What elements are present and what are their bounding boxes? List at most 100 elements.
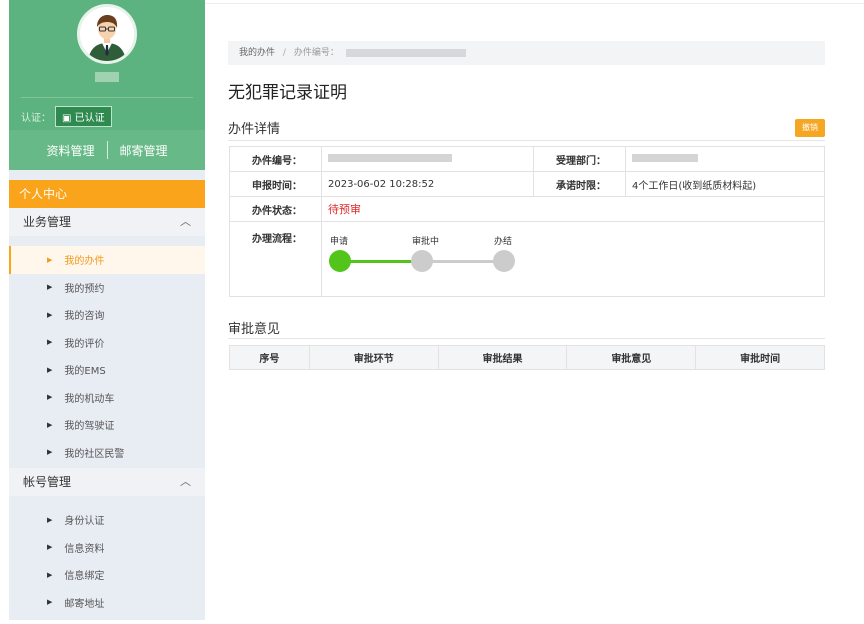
- profile-links: 资料管理 邮寄管理: [9, 130, 205, 170]
- sidebar-item-label: 我的驾驶证: [64, 421, 115, 433]
- col-result: 审批结果: [437, 345, 568, 370]
- auth-status-row: 认证： ▣ 已认证: [21, 106, 112, 127]
- table-row: 办理流程： 申请 审批中 办结: [229, 221, 825, 297]
- approval-table: 序号 审批环节 审批结果 审批意见 审批时间: [229, 345, 825, 370]
- sidebar-item-label: 我的社区民警: [64, 448, 125, 460]
- sidebar-item-my-community-police[interactable]: ▶ 我的社区民警: [9, 439, 205, 467]
- status-cell: 待预审: [321, 196, 825, 222]
- personal-center-header[interactable]: 个人中心: [9, 180, 205, 208]
- caret-right-icon: ▶: [47, 365, 53, 374]
- sidebar-item-my-cases[interactable]: ▶ 我的办件: [9, 246, 205, 274]
- table-header-row: 序号 审批环节 审批结果 审批意见 审批时间: [229, 345, 825, 370]
- sidebar-item-label: 我的EMS: [64, 366, 106, 378]
- promise-label: 承诺时限：: [533, 171, 626, 197]
- business-menu: ▶ 我的办件 ▶ 我的预约 ▶ 我的咨询 ▶ 我的评价 ▶ 我的EMS ▶ 我的…: [9, 246, 205, 466]
- avatar: [77, 4, 137, 64]
- flow-dot-done: [493, 250, 515, 272]
- flow-dot-apply: [329, 250, 351, 272]
- sidebar-item-label: 信息资料: [64, 543, 105, 555]
- col-opinion: 审批意见: [566, 345, 697, 370]
- sidebar-item-binding[interactable]: ▶ 信息绑定: [9, 561, 205, 589]
- breadcrumb: 我的办件 / 办件编号：: [228, 41, 825, 65]
- col-stage: 审批环节: [308, 345, 439, 370]
- dept-label: 受理部门：: [533, 146, 626, 172]
- caret-right-icon: ▶: [47, 570, 53, 579]
- caret-right-icon: ▶: [47, 255, 53, 264]
- breadcrumb-separator: /: [282, 48, 286, 58]
- chevron-up-icon: ︿: [180, 475, 191, 488]
- sidebar-item-my-consultations[interactable]: ▶ 我的咨询: [9, 301, 205, 329]
- process-label: 办理流程：: [229, 221, 322, 297]
- page-title: 无犯罪记录证明: [228, 83, 347, 103]
- status-label: 办件状态：: [229, 196, 322, 222]
- group-title-account: 帐号管理: [23, 475, 72, 489]
- id-card-icon: ▣: [62, 113, 72, 124]
- sidebar: 认证： ▣ 已认证 资料管理 邮寄管理 个人中心 业务管理 ︿ ▶ 我的办件 ▶…: [9, 0, 205, 620]
- table-row: 办件状态： 待预审: [229, 196, 825, 222]
- case-id-value: [321, 146, 534, 172]
- group-header-account[interactable]: 帐号管理 ︿: [9, 468, 205, 496]
- auth-label: 认证：: [21, 113, 51, 124]
- apply-time-label: 申报时间：: [229, 171, 322, 197]
- caret-right-icon: ▶: [47, 420, 53, 429]
- group-header-business[interactable]: 业务管理 ︿: [9, 208, 205, 236]
- flow-step-review-label: 审批中: [412, 237, 440, 247]
- sidebar-item-my-ems[interactable]: ▶ 我的EMS: [9, 356, 205, 384]
- caret-right-icon: ▶: [47, 515, 53, 524]
- profile-manage-link[interactable]: 资料管理: [46, 142, 94, 159]
- sidebar-item-my-license[interactable]: ▶ 我的驾驶证: [9, 411, 205, 439]
- col-index: 序号: [229, 345, 310, 370]
- group-title-business: 业务管理: [23, 215, 72, 229]
- user-avatar-icon: [80, 7, 134, 61]
- caret-right-icon: ▶: [47, 543, 53, 552]
- flow-dot-review: [411, 250, 433, 272]
- sidebar-item-identity[interactable]: ▶ 身份认证: [9, 506, 205, 534]
- profile-panel: 认证： ▣ 已认证 资料管理 邮寄管理: [9, 0, 205, 170]
- table-row: 申报时间： 2023-06-02 10:28:52 承诺时限： 4个工作日(收到…: [229, 171, 825, 197]
- apply-time-value: 2023-06-02 10:28:52: [321, 171, 534, 197]
- auth-badge: ▣ 已认证: [55, 106, 112, 127]
- breadcrumb-home[interactable]: 我的办件: [239, 48, 275, 58]
- approval-section-title: 审批意见: [228, 322, 281, 337]
- flow-step-done-label: 办结: [494, 237, 513, 247]
- breadcrumb-current: 办件编号：: [293, 48, 339, 58]
- links-separator: [106, 141, 108, 159]
- sidebar-item-my-appointments[interactable]: ▶ 我的预约: [9, 274, 205, 302]
- dept-blurred: [632, 153, 698, 162]
- details-section-divider: [228, 140, 825, 141]
- sidebar-item-mail-address[interactable]: ▶ 邮寄地址: [9, 589, 205, 617]
- sidebar-item-label: 我的办件: [64, 256, 105, 268]
- caret-right-icon: ▶: [47, 393, 53, 402]
- caret-right-icon: ▶: [47, 448, 53, 457]
- cancel-button[interactable]: 撤销: [795, 119, 825, 137]
- caret-right-icon: ▶: [47, 310, 53, 319]
- case-number-blurred: [345, 48, 466, 57]
- sidebar-item-label: 信息绑定: [64, 571, 105, 583]
- chevron-up-icon: ︿: [180, 215, 191, 228]
- sidebar-item-my-reviews[interactable]: ▶ 我的评价: [9, 329, 205, 357]
- process-flow: 申请 审批中 办结: [322, 222, 824, 296]
- caret-right-icon: ▶: [47, 598, 53, 607]
- sidebar-item-info[interactable]: ▶ 信息资料: [9, 534, 205, 562]
- auth-badge-text: 已认证: [74, 113, 105, 124]
- details-section-title: 办件详情: [228, 122, 281, 137]
- username-blurred: [95, 72, 119, 82]
- account-menu: ▶ 身份认证 ▶ 信息资料 ▶ 信息绑定 ▶ 邮寄地址: [9, 506, 205, 616]
- sidebar-item-label: 我的咨询: [64, 311, 105, 323]
- dept-value: [625, 146, 825, 172]
- sidebar-item-label: 我的评价: [64, 338, 105, 350]
- process-cell: 申请 审批中 办结: [321, 221, 825, 297]
- sidebar-item-my-vehicle[interactable]: ▶ 我的机动车: [9, 384, 205, 412]
- case-id-label: 办件编号：: [229, 146, 322, 172]
- profile-divider: [21, 97, 193, 98]
- details-table: 办件编号： 受理部门： 申报时间： 2023-06-02 10:28:52 承诺…: [229, 146, 825, 297]
- table-row: 办件编号： 受理部门：: [229, 146, 825, 172]
- status-value: 待预审: [328, 203, 361, 216]
- sidebar-item-label: 我的预约: [64, 283, 105, 295]
- sidebar-item-label: 邮寄地址: [64, 598, 105, 610]
- sidebar-item-label: 我的机动车: [64, 393, 115, 405]
- main-content: 我的办件 / 办件编号： 无犯罪记录证明 办件详情 撤销 办件编号： 受理部门：…: [228, 0, 828, 620]
- mail-manage-link[interactable]: 邮寄管理: [120, 142, 168, 159]
- caret-right-icon: ▶: [47, 338, 53, 347]
- flow-step-apply-label: 申请: [330, 237, 349, 247]
